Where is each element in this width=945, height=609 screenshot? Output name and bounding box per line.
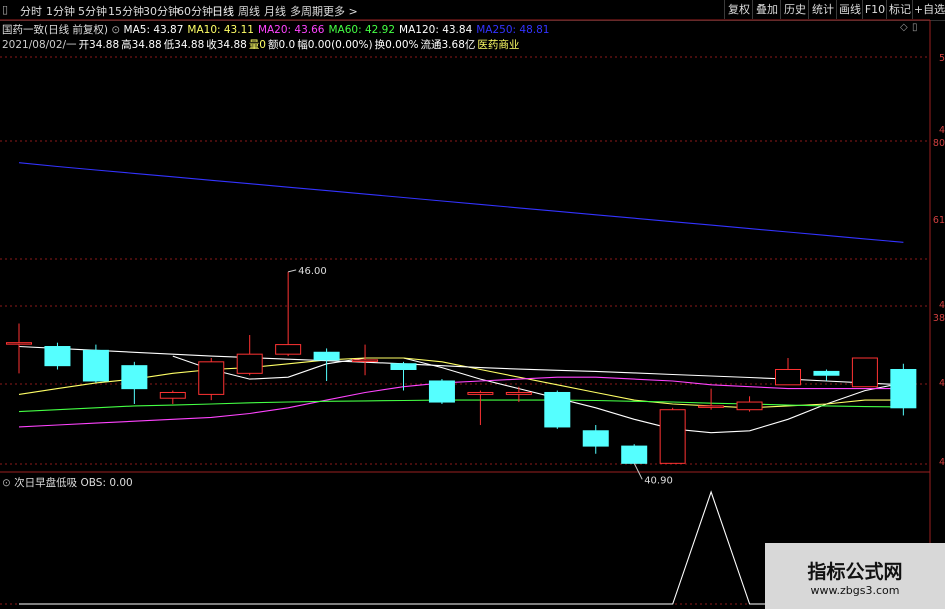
candle-body [275,344,302,355]
candle [467,390,494,426]
axis-label: 61 [932,215,945,226]
candle [236,335,263,376]
watermark-title: 指标公式网 [807,561,903,583]
annotations: 46.00 40.90 [288,266,673,486]
candles [6,271,917,464]
candle-body [198,361,225,395]
candle [736,396,763,412]
candle [582,425,609,454]
candle-body [544,391,571,428]
candle [121,361,148,404]
right-price-axis: 5 4 80 61 4 38 4 4 [930,20,945,609]
candle-body [813,370,840,376]
ma-line-ma250 [18,162,904,243]
candle-body [582,430,609,447]
candle-body [428,380,455,403]
indicator-settings-icon[interactable]: ⊙ [2,477,11,489]
candle [275,271,302,357]
candle-body [352,359,379,362]
axis-label: 5 [938,53,945,64]
ma-line-ma60 [18,399,904,413]
ma-lines [18,162,904,434]
axis-label: 4 [938,125,945,136]
candle [775,358,801,386]
candle-body [44,346,71,367]
indicator-title: 次日早盘低吸 [14,477,78,489]
watermark-url: www.zbgs3.com [810,584,900,597]
ma-line-ma20 [18,376,904,428]
axis-label: 4 [938,378,945,389]
chart-canvas: 46.00 40.90 [0,19,931,609]
candle-body [621,445,648,464]
candle-body [851,357,878,388]
candle [198,358,225,401]
candle [428,379,455,404]
low-label: 40.90 [644,475,673,486]
candle-body [505,391,532,395]
candle [352,344,379,376]
candle-body [236,353,263,374]
candle [82,344,109,383]
axis-label: 4 [938,457,945,468]
candle [813,369,840,381]
grid-lines [0,19,931,609]
candle [544,390,571,429]
low-marker [633,463,643,480]
candle-body [775,368,801,386]
candle [313,348,340,381]
candle-body [313,351,340,361]
candle-body [390,363,417,370]
candle [659,407,686,464]
candle-body [659,409,686,464]
high-marker [288,269,297,273]
candle [621,444,648,464]
watermark-logo: 指标公式网 www.zbgs3.com [765,543,945,609]
candle-body [6,342,32,345]
axis-label: 38 [932,313,945,324]
candle [698,388,725,410]
candle [6,323,32,374]
ma-line-ma5 [172,355,904,434]
candle-body [890,368,917,409]
axis-label: 80 [932,138,945,149]
candle [159,390,186,404]
candle [851,357,878,388]
candle-body [736,401,763,411]
indicator-obs: OBS: 0.00 [80,477,133,489]
candle-body [698,405,725,408]
candle-body [159,391,186,399]
indicator-header: ⊙ 次日早盘低吸 OBS: 0.00 [2,475,133,490]
candle-body [467,391,494,395]
high-label: 46.00 [298,266,327,277]
candle-body [121,365,148,390]
axis-label: 4 [938,300,945,311]
candle [44,342,71,370]
candle [890,363,917,416]
candle-body [82,349,109,382]
